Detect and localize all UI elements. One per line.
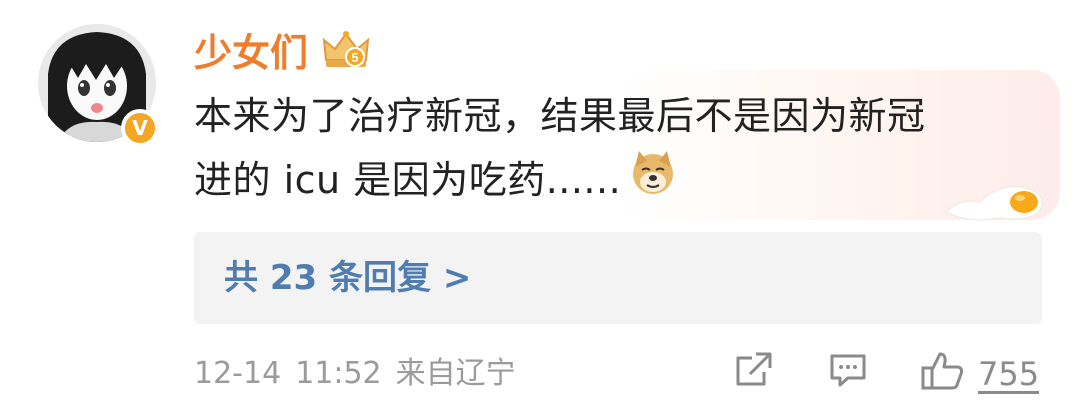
comment-location: 来自辽宁	[395, 356, 516, 391]
comment-text-line-2-text: 进的 icu 是因为吃药......	[194, 158, 622, 202]
doge-icon	[629, 149, 677, 216]
comment-icon[interactable]	[828, 350, 868, 394]
comment-time: 11:52	[295, 356, 382, 391]
like-count[interactable]: 755	[978, 352, 1039, 396]
view-replies-link[interactable]: 共 23 条回复 >	[224, 255, 471, 301]
crown-level-badge-icon: 5	[320, 30, 372, 76]
comment-meta: 12-14 11:52 来自辽宁	[194, 352, 530, 396]
comment-text-line-1: 本来为了治疗新冠，结果最后不是因为新冠	[194, 94, 926, 138]
thumbs-up-icon[interactable]	[920, 350, 966, 396]
comment-text: 本来为了治疗新冠，结果最后不是因为新冠 进的 icu 是因为吃药......	[194, 84, 1014, 216]
verified-badge-icon: V	[121, 109, 159, 147]
comment-date: 12-14	[194, 356, 282, 391]
comment-text-line-2: 进的 icu 是因为吃药......	[194, 148, 1014, 216]
badge-level: 5	[351, 50, 358, 65]
replies-panel: 共 23 条回复 >	[194, 232, 1042, 324]
share-icon[interactable]	[734, 350, 774, 394]
username[interactable]: 少女们	[194, 28, 308, 78]
